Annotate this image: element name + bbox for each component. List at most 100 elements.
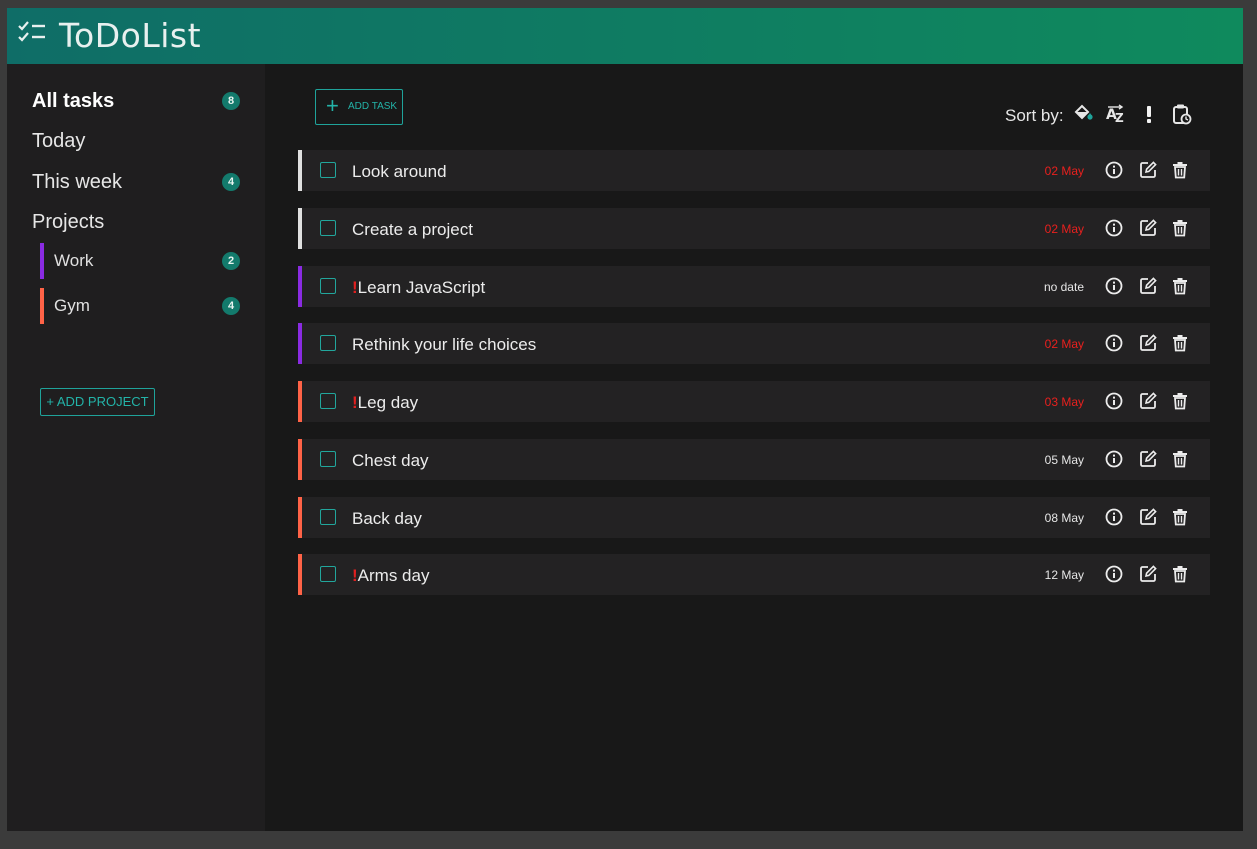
task-delete-icon[interactable]	[1170, 218, 1190, 238]
task-delete-icon[interactable]	[1170, 507, 1190, 527]
task-row[interactable]: Rethink your life choices 02 May	[298, 323, 1210, 364]
task-checkbox[interactable]	[320, 220, 336, 236]
task-title-text: Look around	[352, 162, 447, 181]
task-row[interactable]: Back day 08 May	[298, 497, 1210, 538]
sidebar-item-all-tasks[interactable]: All tasks	[32, 90, 114, 113]
task-checkbox[interactable]	[320, 393, 336, 409]
this-week-count-badge: 4	[222, 173, 240, 191]
task-project-color-stripe	[298, 554, 302, 595]
task-project-color-stripe	[298, 150, 302, 191]
task-info-icon[interactable]	[1104, 449, 1124, 469]
task-checkbox[interactable]	[320, 162, 336, 178]
task-due-date: 03 May	[1044, 395, 1084, 409]
task-due-date: 02 May	[1044, 337, 1084, 351]
task-edit-icon[interactable]	[1138, 333, 1158, 353]
task-delete-icon[interactable]	[1170, 449, 1190, 469]
task-info-icon[interactable]	[1104, 564, 1124, 584]
task-row[interactable]: Create a project 02 May	[298, 208, 1210, 249]
task-project-color-stripe	[298, 439, 302, 480]
task-row[interactable]: !Learn JavaScript no date	[298, 266, 1210, 307]
project-label: Gym	[54, 296, 90, 315]
task-project-color-stripe	[298, 208, 302, 249]
task-title-text: Chest day	[352, 451, 429, 470]
task-project-color-stripe	[298, 381, 302, 422]
sort-due-date-icon[interactable]	[1171, 102, 1193, 126]
task-edit-icon[interactable]	[1138, 276, 1158, 296]
task-title: Back day	[352, 509, 422, 529]
task-title: Chest day	[352, 451, 429, 471]
task-due-date: 02 May	[1044, 164, 1084, 178]
sort-alphabetical-icon[interactable]: A Z	[1105, 102, 1127, 126]
task-delete-icon[interactable]	[1170, 276, 1190, 296]
main-panel: + ADD TASK Sort by: A Z Look around 02 M…	[265, 64, 1243, 831]
sort-by-project-color-icon[interactable]	[1072, 102, 1094, 126]
task-checkbox[interactable]	[320, 566, 336, 582]
app-title: ToDoList	[59, 16, 202, 55]
gym-count-badge: 4	[222, 297, 240, 315]
task-project-color-stripe	[298, 497, 302, 538]
task-due-date: 12 May	[1044, 568, 1084, 582]
task-title-text: Arms day	[357, 566, 430, 585]
sidebar-item-this-week[interactable]: This week	[32, 171, 122, 194]
task-title: Look around	[352, 162, 447, 182]
plus-icon: +	[326, 93, 339, 118]
task-delete-icon[interactable]	[1170, 564, 1190, 584]
task-title: Rethink your life choices	[352, 335, 536, 355]
task-edit-icon[interactable]	[1138, 507, 1158, 527]
task-row[interactable]: Look around 02 May	[298, 150, 1210, 191]
task-title-text: Create a project	[352, 220, 473, 239]
task-title: Create a project	[352, 220, 473, 240]
add-project-button[interactable]: + ADD PROJECT	[40, 388, 155, 416]
sidebar-item-today[interactable]: Today	[32, 130, 85, 153]
task-delete-icon[interactable]	[1170, 160, 1190, 180]
project-color-bar	[40, 243, 44, 279]
task-row[interactable]: !Arms day 12 May	[298, 554, 1210, 595]
task-due-date: no date	[1043, 280, 1084, 294]
task-checkbox[interactable]	[320, 509, 336, 525]
task-due-date: 08 May	[1044, 511, 1084, 525]
task-title-text: Rethink your life choices	[352, 335, 537, 354]
task-checkbox[interactable]	[320, 335, 336, 351]
projects-heading: Projects	[32, 211, 105, 233]
project-color-bar	[40, 288, 44, 324]
task-checkbox[interactable]	[320, 451, 336, 467]
add-task-button[interactable]: + ADD TASK	[315, 89, 403, 125]
checklist-icon	[17, 20, 47, 46]
task-title-text: Learn JavaScript	[357, 278, 486, 297]
app-header: ToDoList	[7, 8, 1243, 64]
task-info-icon[interactable]	[1104, 276, 1124, 296]
project-label: Work	[54, 251, 94, 270]
sidebar-project-work[interactable]: Work	[40, 243, 240, 279]
sidebar-project-gym[interactable]: Gym	[40, 288, 240, 324]
task-project-color-stripe	[298, 323, 302, 364]
task-title: !Learn JavaScript	[352, 278, 485, 298]
task-edit-icon[interactable]	[1138, 449, 1158, 469]
task-edit-icon[interactable]	[1138, 564, 1158, 584]
task-info-icon[interactable]	[1104, 333, 1124, 353]
sidebar: All tasks 8 Today This week 4 Projects W…	[7, 64, 265, 831]
task-info-icon[interactable]	[1104, 507, 1124, 527]
sort-priority-icon[interactable]	[1138, 102, 1160, 126]
app-window: ToDoList All tasks 8 Today This week 4 P…	[7, 8, 1243, 831]
task-edit-icon[interactable]	[1138, 160, 1158, 180]
task-title: !Arms day	[352, 566, 429, 586]
task-checkbox[interactable]	[320, 278, 336, 294]
task-due-date: 05 May	[1044, 453, 1084, 467]
task-delete-icon[interactable]	[1170, 391, 1190, 411]
task-due-date: 02 May	[1044, 222, 1084, 236]
task-edit-icon[interactable]	[1138, 391, 1158, 411]
work-count-badge: 2	[222, 252, 240, 270]
svg-text:Z: Z	[1115, 111, 1124, 125]
task-info-icon[interactable]	[1104, 160, 1124, 180]
sort-label: Sort by:	[1005, 106, 1064, 125]
task-title-text: Back day	[352, 509, 422, 528]
task-info-icon[interactable]	[1104, 391, 1124, 411]
task-row[interactable]: Chest day 05 May	[298, 439, 1210, 480]
task-row[interactable]: !Leg day 03 May	[298, 381, 1210, 422]
task-info-icon[interactable]	[1104, 218, 1124, 238]
task-title: !Leg day	[352, 393, 418, 413]
task-title-text: Leg day	[357, 393, 419, 412]
task-project-color-stripe	[298, 266, 302, 307]
task-delete-icon[interactable]	[1170, 333, 1190, 353]
task-edit-icon[interactable]	[1138, 218, 1158, 238]
